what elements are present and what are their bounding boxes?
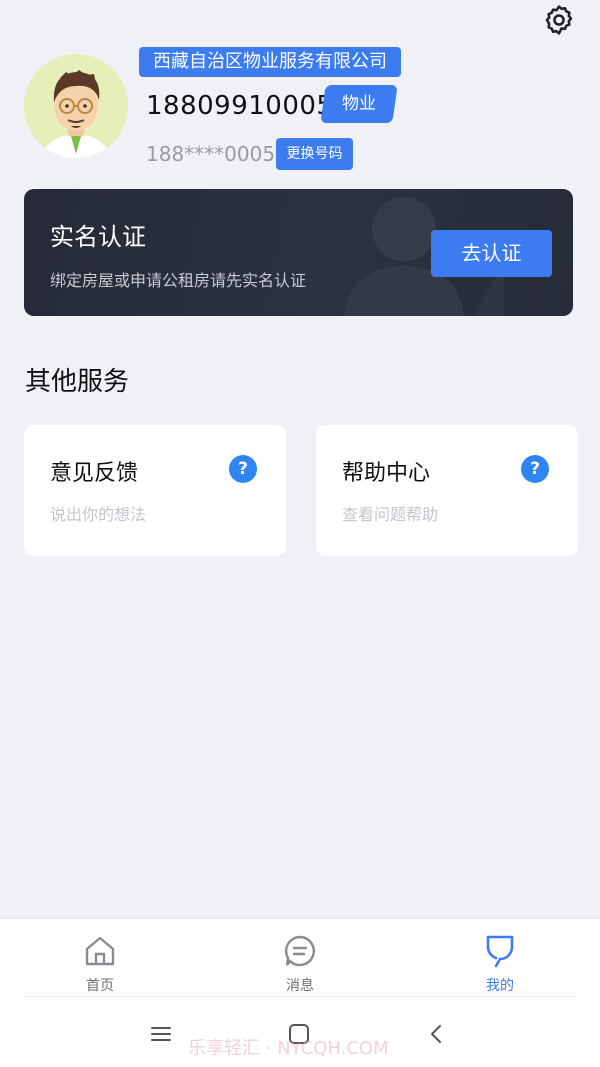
service-card-subtitle: 查看问题帮助: [342, 505, 439, 524]
gear-icon: [545, 5, 573, 35]
system-nav-bar: 乐享轻汇 · NYCQH.COM: [0, 996, 600, 1067]
service-card-feedback[interactable]: 意见反馈 说出你的想法 ?: [24, 425, 286, 556]
verify-button[interactable]: 去认证: [431, 230, 552, 277]
tab-label: 首页: [86, 978, 114, 994]
avatar[interactable]: [24, 54, 128, 158]
service-card-help-center[interactable]: 帮助中心 查看问题帮助 ?: [316, 425, 578, 556]
service-card-title: 帮助中心: [342, 461, 431, 486]
role-badge: 物业: [320, 85, 398, 123]
avatar-illustration: [24, 54, 128, 158]
role-label: 物业: [342, 94, 376, 114]
message-icon: [284, 935, 315, 967]
tab-label: 消息: [286, 978, 314, 994]
home-icon: [85, 936, 115, 966]
menu-icon: [151, 1027, 171, 1041]
section-title-other-services: 其他服务: [25, 367, 130, 397]
tab-home[interactable]: 首页: [60, 927, 140, 994]
question-icon: ?: [229, 455, 257, 483]
service-card-subtitle: 说出你的想法: [50, 505, 147, 524]
question-icon: ?: [521, 455, 549, 483]
organization-badge: 西藏自治区物业服务有限公司: [139, 47, 401, 77]
phone-number: 18809910005: [146, 91, 334, 121]
profile-icon: [486, 935, 514, 968]
service-card-title: 意见反馈: [50, 461, 139, 486]
settings-button[interactable]: [539, 0, 579, 40]
watermark: 乐享轻汇 · NYCQH.COM: [188, 1038, 389, 1059]
bottom-tab-bar: 首页 消息 我的: [0, 918, 600, 996]
chevron-left-icon: [431, 1025, 441, 1043]
verification-card: 实名认证 绑定房屋或申请公租房请先实名认证 去认证: [24, 189, 573, 316]
divider: [24, 996, 576, 997]
verification-subtitle: 绑定房屋或申请公租房请先实名认证: [50, 271, 307, 290]
change-number-button[interactable]: 更换号码: [276, 138, 353, 170]
tab-messages[interactable]: 消息: [260, 927, 340, 994]
tab-label: 我的: [486, 978, 514, 994]
back-button[interactable]: [419, 1016, 455, 1052]
verification-title: 实名认证: [50, 223, 146, 251]
menu-button[interactable]: [143, 1016, 179, 1052]
masked-phone: 188****0005: [146, 142, 276, 166]
tab-profile[interactable]: 我的: [460, 927, 540, 994]
